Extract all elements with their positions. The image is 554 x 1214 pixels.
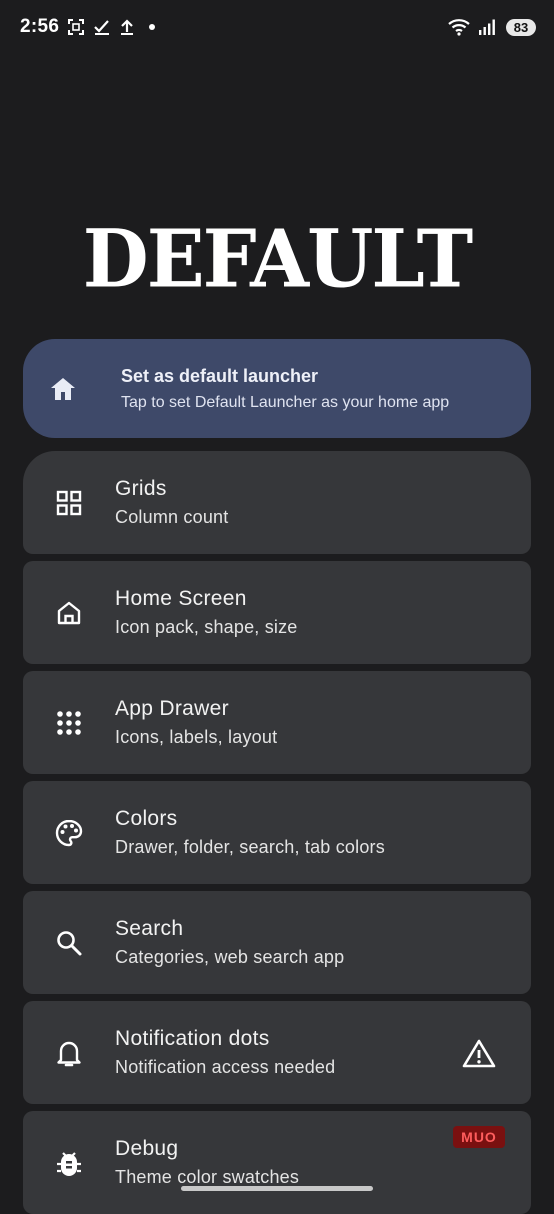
settings-item-title: Search: [115, 917, 184, 940]
battery-level: 83: [506, 18, 536, 36]
home-icon: [49, 376, 97, 402]
settings-item-app-drawer[interactable]: App Drawer Icons, labels, layout: [23, 671, 531, 774]
notification-bell-icon: [45, 1038, 93, 1068]
warning-icon: [449, 1038, 509, 1068]
settings-item-subtitle: Column count: [115, 507, 229, 527]
settings-item-title: Colors: [115, 807, 178, 830]
home-indicator[interactable]: [181, 1186, 373, 1191]
debug-icon: [45, 1148, 93, 1178]
settings-item-title: App Drawer: [115, 697, 229, 720]
settings-item-title: Grids: [115, 477, 167, 500]
banner-subtitle: Tap to set Default Launcher as your home…: [121, 393, 450, 411]
palette-icon: [45, 818, 93, 848]
settings-item-subtitle: Icons, labels, layout: [115, 727, 278, 747]
app-logo: DEFAULT: [82, 211, 473, 306]
settings-item-title: Home Screen: [115, 587, 247, 610]
home-screen-icon: [45, 599, 93, 627]
search-icon: [45, 929, 93, 957]
watermark-badge: MUO: [453, 1126, 505, 1148]
status-time: 2:56: [20, 16, 60, 37]
check-icon: [93, 18, 111, 36]
settings-item-colors[interactable]: Colors Drawer, folder, search, tab color…: [23, 781, 531, 884]
banner-title: Set as default launcher: [121, 365, 319, 386]
status-bar: 2:56 83: [0, 0, 554, 54]
upload-icon: [119, 18, 135, 36]
settings-item-home-screen[interactable]: Home Screen Icon pack, shape, size: [23, 561, 531, 664]
settings-item-search[interactable]: Search Categories, web search app: [23, 891, 531, 994]
settings-item-subtitle: Theme color swatches: [115, 1167, 300, 1187]
wifi-icon: [448, 18, 470, 36]
signal-icon: [478, 18, 498, 36]
app-drawer-icon: [45, 709, 93, 737]
grid-icon: [45, 489, 93, 517]
settings-item-notification-dots[interactable]: Notification dots Notification access ne…: [23, 1001, 531, 1104]
settings-item-title: Notification dots: [115, 1027, 270, 1050]
settings-item-subtitle: Notification access needed: [115, 1057, 336, 1077]
dot-icon: [149, 24, 156, 30]
screenshot-icon: [67, 18, 85, 36]
settings-item-subtitle: Drawer, folder, search, tab colors: [115, 837, 385, 857]
settings-item-subtitle: Icon pack, shape, size: [115, 617, 298, 637]
settings-item-subtitle: Categories, web search app: [115, 947, 345, 967]
settings-item-grids[interactable]: Grids Column count: [23, 451, 531, 554]
set-default-launcher-banner[interactable]: Set as default launcher Tap to set Defau…: [23, 339, 531, 438]
